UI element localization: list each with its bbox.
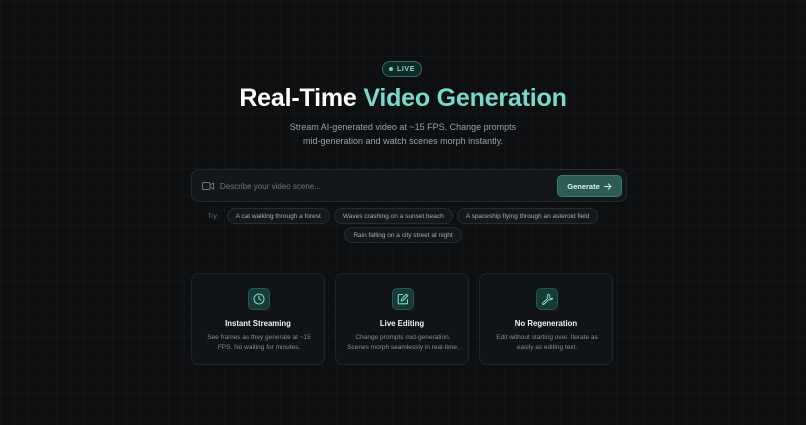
feature-card-no-regeneration: No Regeneration Edit without starting ov… [479,273,613,365]
feature-description: Change prompts mid-generation. Scenes mo… [347,334,459,351]
live-badge-label: LIVE [397,65,415,73]
suggestion-chip[interactable]: A cat walking through a forest [226,208,330,224]
generate-button-label: Generate [567,181,600,191]
feature-card-live-editing: Live Editing Change prompts mid-generati… [335,273,469,365]
feature-title: Live Editing [379,319,425,328]
title-main: Real-Time [239,84,364,112]
feature-title: Instant Streaming [225,319,291,328]
suggestions-label: Try: [207,212,219,220]
feature-icon-box [536,288,558,310]
suggestion-chip[interactable]: Rain falling on a city street at night [344,227,462,243]
feature-description: Edit without starting over. Iterate as e… [496,334,598,351]
wrench-icon [541,293,553,305]
live-dot-icon [389,67,394,71]
feature-icon-box [248,288,270,310]
edit-icon [397,293,409,305]
live-badge: LIVE [382,61,422,77]
suggestions-row-2: Rain falling on a city street at night [0,227,806,243]
feature-title: No Regeneration [514,319,578,328]
generate-button[interactable]: Generate [557,175,622,197]
suggestions-row-1: Try: A cat walking through a forest Wave… [0,208,806,224]
title-accent: Video Generation [363,84,567,112]
prompt-bar: Generate [191,169,627,202]
page-title: Real-Time Video Generation [0,84,806,113]
feature-icon-box [392,288,414,310]
suggestion-chip[interactable]: A spaceship flying through an asteroid f… [456,208,599,224]
prompt-input[interactable] [220,176,540,196]
clock-icon [253,293,265,305]
page: LIVE Real-Time Video Generation Stream A… [0,0,806,425]
feature-card-instant-streaming: Instant Streaming See frames as they gen… [191,273,325,365]
suggestion-chip[interactable]: Waves crashing on a sunset beach [333,208,453,224]
page-subtitle: Stream AI-generated video at ~15 FPS. Ch… [289,122,517,146]
arrow-right-icon [603,182,612,190]
video-camera-icon [202,182,214,190]
feature-description: See frames as they generate at ~15 FPS. … [207,334,311,351]
